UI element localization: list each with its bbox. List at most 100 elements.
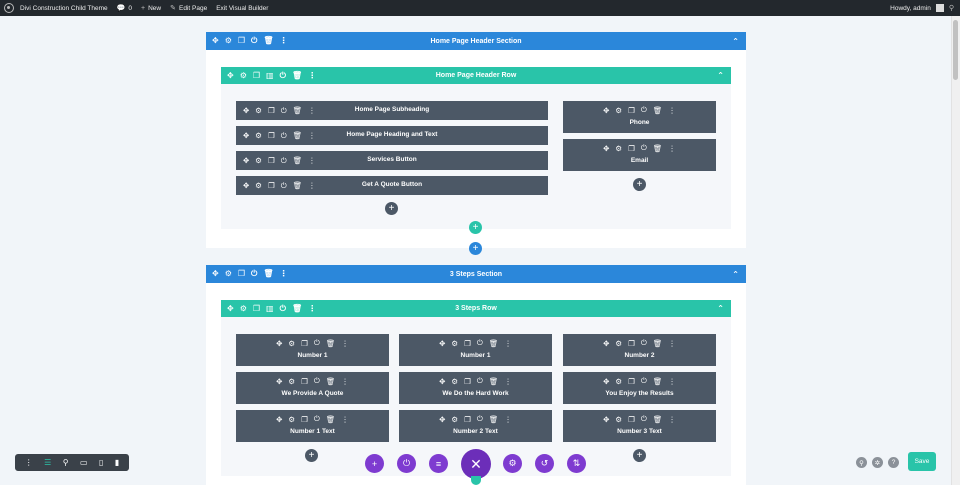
chevron-up-icon[interactable]: ⌃ [732,270,739,279]
gear-icon[interactable]: ⚙ [503,454,522,473]
power-icon[interactable]: ⏻ [314,338,320,348]
module-we-do-the-hard-work[interactable]: ✥ ⚙ ❐ ⏻ 🗑 ⋮ We Do the Hard Work [399,372,552,404]
chevron-up-icon[interactable]: ⌃ [717,304,724,313]
shortcuts-icon[interactable]: ✲ [872,457,883,468]
add-module-button[interactable]: + [305,449,318,462]
more-icon[interactable]: ⋮ [341,377,349,386]
gear-icon[interactable]: ⚙ [615,339,622,348]
module-number-3-text[interactable]: ✥ ⚙ ❐ ⏻ 🗑 ⋮ Number 3 Text [563,410,716,442]
help-icon[interactable]: ? [888,457,899,468]
power-icon[interactable]: ⏻ [477,338,483,348]
chevron-up-icon[interactable]: ⌃ [717,71,724,80]
power-icon[interactable]: ⏻ [477,376,483,386]
more-icon[interactable]: ⋮ [668,339,676,348]
module-services-button[interactable]: ✥ ⚙ ❐ ⏻ 🗑 ⋮ Services Button [236,151,548,170]
new-content-link[interactable]: + New [141,5,161,12]
add-section-button[interactable]: + [469,242,482,255]
module-number-1[interactable]: ✥ ⚙ ❐ ⏻ 🗑 ⋮ Number 1 [236,334,389,366]
trash-icon[interactable]: 🗑 [326,415,336,424]
row-header-bar[interactable]: ✥ ⚙ ❐ ▥ ⏻ 🗑 ⋮ Home Page Header Row ⌃ [221,67,731,84]
module-home-page-heading-and-text[interactable]: ✥ ⚙ ❐ ⏻ 🗑 ⋮ Home Page Heading and Text [236,126,548,145]
move-icon[interactable]: ✥ [603,144,609,153]
power-icon[interactable]: ⏻ [314,376,320,386]
wireframe-view-icon[interactable]: ☰ [44,458,51,467]
howdy-link[interactable]: Howdy, admin [890,5,931,12]
gear-icon[interactable]: ⚙ [288,339,295,348]
close-settings-button[interactable]: ✕ [461,449,491,479]
move-icon[interactable]: ✥ [603,415,609,424]
module-we-provide-a-quote[interactable]: ✥ ⚙ ❐ ⏻ 🗑 ⋮ We Provide A Quote [236,372,389,404]
power-icon[interactable]: ⏻ [477,414,483,424]
move-icon[interactable]: ✥ [276,377,282,386]
module-phone[interactable]: ✥ ⚙ ❐ ⏻ 🗑 ⋮ Phone [563,101,716,133]
move-icon[interactable]: ✥ [276,415,282,424]
comments-link[interactable]: 💬 0 [117,4,132,13]
trash-icon[interactable]: 🗑 [489,415,499,424]
avatar[interactable] [935,4,944,12]
duplicate-icon[interactable]: ❐ [464,377,471,386]
more-icon[interactable]: ⋮ [341,415,349,424]
phone-view-icon[interactable]: ▮ [115,458,119,467]
exit-visual-builder-link[interactable]: Exit Visual Builder [216,5,268,12]
search-icon[interactable]: ⚲ [949,4,954,12]
more-icon[interactable]: ⋮ [504,339,512,348]
gear-icon[interactable]: ⚙ [615,106,622,115]
module-number-2-text[interactable]: ✥ ⚙ ❐ ⏻ 🗑 ⋮ Number 2 Text [399,410,552,442]
tablet-view-icon[interactable]: ▯ [99,458,103,467]
move-icon[interactable]: ✥ [439,415,445,424]
move-icon[interactable]: ✥ [439,339,445,348]
more-icon[interactable]: ⋮ [668,106,676,115]
more-icon[interactable]: ⋮ [341,339,349,348]
add-row-button[interactable]: + [469,221,482,234]
move-icon[interactable]: ✥ [603,377,609,386]
gear-icon[interactable]: ⚙ [451,377,458,386]
more-icon[interactable]: ⋮ [668,377,676,386]
section-header-bar[interactable]: ✥ ⚙ ❐ ⏻ 🗑 ⋮ Home Page Header Section ⌃ [206,32,746,50]
page-scrollbar-thumb[interactable] [953,20,958,80]
gear-icon[interactable]: ⚙ [615,415,622,424]
page-scrollbar[interactable] [951,16,960,485]
move-icon[interactable]: ✥ [276,339,282,348]
gear-icon[interactable]: ⚙ [288,415,295,424]
duplicate-icon[interactable]: ❐ [628,106,635,115]
gear-icon[interactable]: ⚙ [288,377,295,386]
add-module-button[interactable]: + [385,202,398,215]
trash-icon[interactable]: 🗑 [326,377,336,386]
edit-page-link[interactable]: ✎ Edit Page [170,4,207,13]
duplicate-icon[interactable]: ❐ [628,377,635,386]
gear-icon[interactable]: ⚙ [615,377,622,386]
power-icon[interactable]: ⏻ [641,414,647,424]
move-icon[interactable]: ✥ [603,339,609,348]
wordpress-logo-icon[interactable] [4,3,14,13]
module-number-1-text[interactable]: ✥ ⚙ ❐ ⏻ 🗑 ⋮ Number 1 Text [236,410,389,442]
portability-icon[interactable]: ⇅ [567,454,586,473]
power-icon[interactable]: ⏻ [641,105,647,115]
module-number-1[interactable]: ✥ ⚙ ❐ ⏻ 🗑 ⋮ Number 1 [399,334,552,366]
duplicate-icon[interactable]: ❐ [301,377,308,386]
layers-icon[interactable]: ≡ [429,454,448,473]
site-name-link[interactable]: Divi Construction Child Theme [20,5,108,12]
save-button[interactable]: Save [908,452,936,471]
power-icon[interactable]: ⏻ [641,143,647,153]
chevron-up-icon[interactable]: ⌃ [732,37,739,46]
desktop-view-icon[interactable]: ▭ [80,458,88,467]
more-icon[interactable]: ⋮ [668,415,676,424]
power-icon[interactable]: ⏻ [641,376,647,386]
menu-dots-icon[interactable]: ⋮ [25,458,33,467]
duplicate-icon[interactable]: ❐ [628,339,635,348]
trash-icon[interactable]: 🗑 [653,377,663,386]
trash-icon[interactable]: 🗑 [489,339,499,348]
duplicate-icon[interactable]: ❐ [464,339,471,348]
move-icon[interactable]: ✥ [439,377,445,386]
gear-icon[interactable]: ⚙ [451,415,458,424]
section-header-bar[interactable]: ✥ ⚙ ❐ ⏻ 🗑 ⋮ 3 Steps Section ⌃ [206,265,746,283]
module-get-a-quote-button[interactable]: ✥ ⚙ ❐ ⏻ 🗑 ⋮ Get A Quote Button [236,176,548,195]
duplicate-icon[interactable]: ❐ [464,415,471,424]
trash-icon[interactable]: 🗑 [489,377,499,386]
gear-icon[interactable]: ⚙ [451,339,458,348]
duplicate-icon[interactable]: ❐ [301,339,308,348]
module-email[interactable]: ✥ ⚙ ❐ ⏻ 🗑 ⋮ Email [563,139,716,171]
more-icon[interactable]: ⋮ [504,377,512,386]
trash-icon[interactable]: 🗑 [326,339,336,348]
history-icon[interactable]: ↺ [535,454,554,473]
